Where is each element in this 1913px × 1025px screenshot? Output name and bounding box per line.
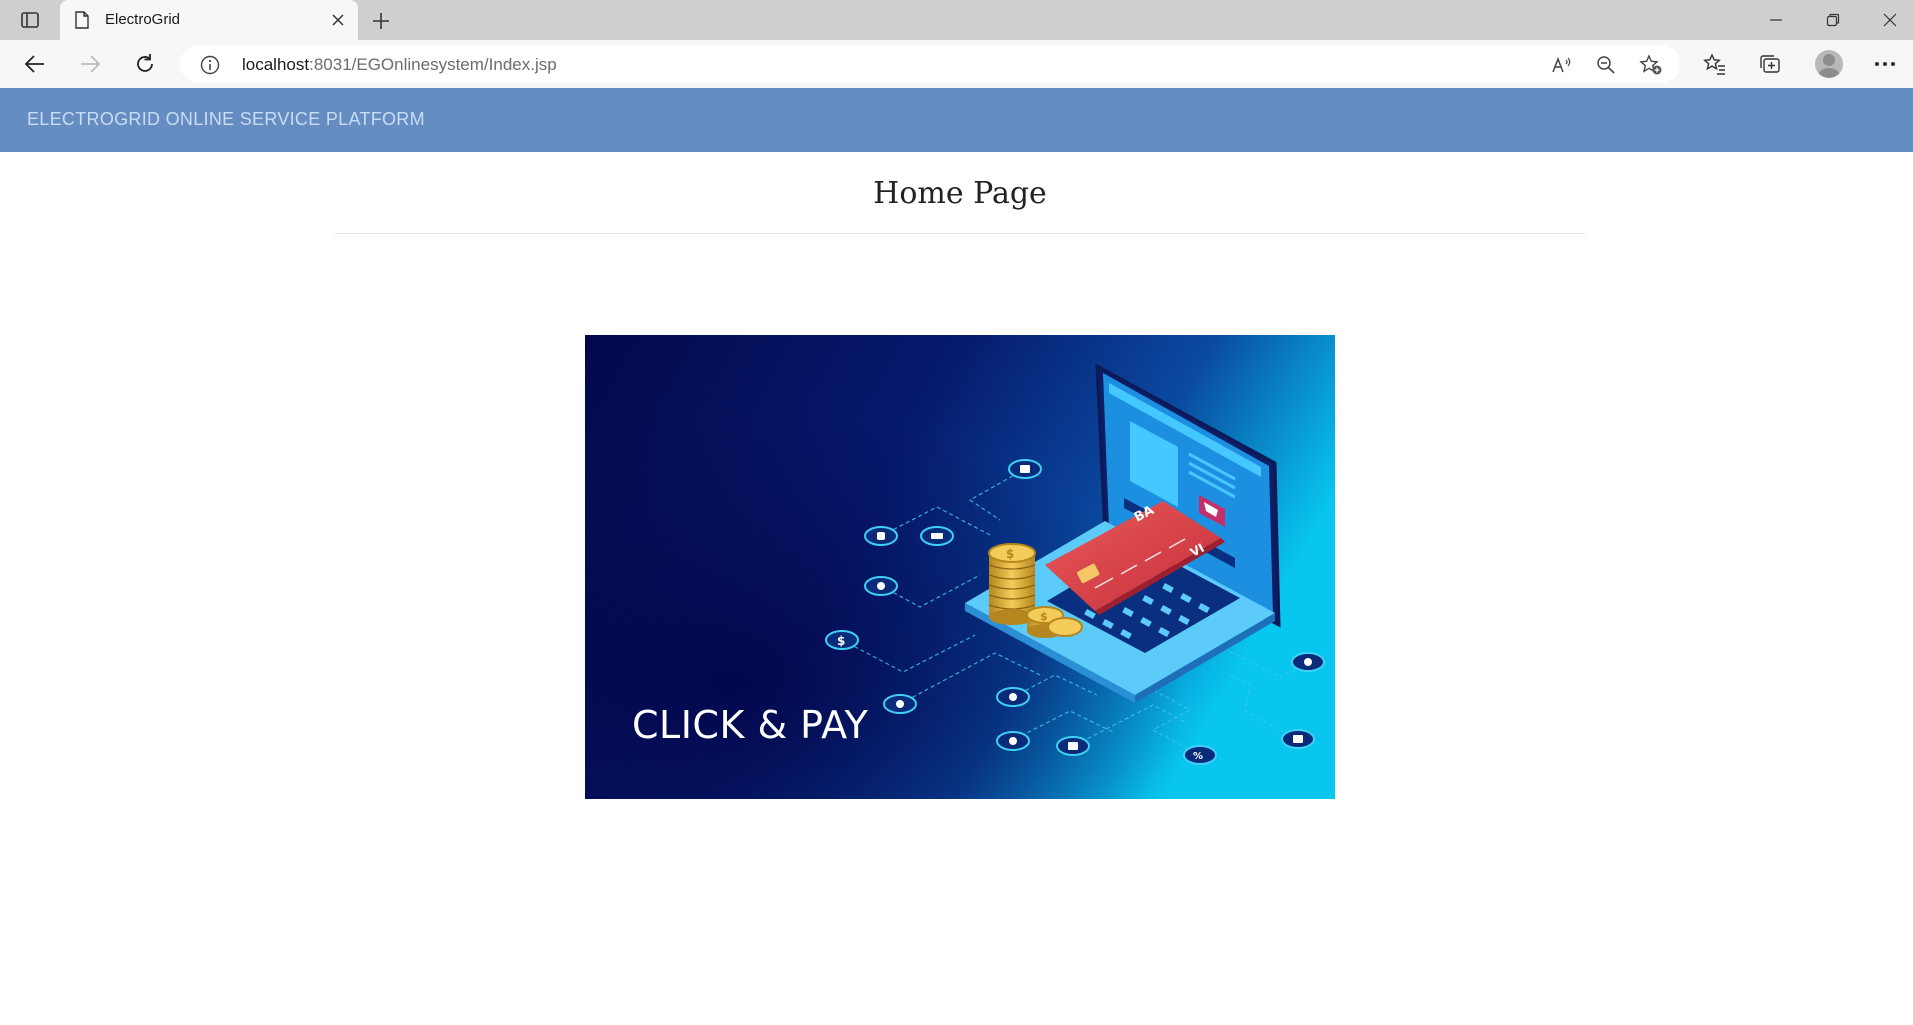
- info-icon[interactable]: [200, 55, 220, 80]
- avatar-body: [1818, 68, 1840, 78]
- more-icon[interactable]: [1869, 49, 1901, 79]
- svg-text:%: %: [1193, 751, 1203, 762]
- add-favorite-icon[interactable]: [1639, 53, 1663, 77]
- restore-icon[interactable]: [1813, 6, 1853, 34]
- page-title: Home Page: [873, 176, 1047, 211]
- browser-tab-bar: ElectroGrid: [0, 0, 1913, 40]
- svg-text:$: $: [837, 634, 845, 648]
- avatar-head: [1823, 54, 1835, 66]
- close-window-icon[interactable]: [1870, 6, 1910, 34]
- avatar[interactable]: [1815, 50, 1843, 78]
- title-divider: [335, 233, 1585, 234]
- new-tab-icon[interactable]: [368, 8, 394, 34]
- forward-arrow-icon: [73, 48, 107, 80]
- collections-icon[interactable]: [1754, 49, 1786, 79]
- zoom-out-icon[interactable]: [1594, 53, 1618, 77]
- tab-title: ElectroGrid: [105, 11, 181, 28]
- reload-icon[interactable]: [128, 48, 162, 80]
- browser-tab[interactable]: ElectroGrid: [60, 0, 358, 40]
- address-bar[interactable]: localhost:8031/EGOnlinesystem/Index.jsp: [180, 45, 1680, 83]
- svg-text:$: $: [1006, 547, 1014, 561]
- url-host: localhost: [242, 55, 310, 74]
- site-brand[interactable]: ELECTROGRID ONLINE SERVICE PLATFORM: [27, 109, 425, 130]
- minimize-icon[interactable]: [1756, 6, 1796, 34]
- banner-caption: CLICK & PAY: [632, 703, 869, 747]
- svg-text:$: $: [1040, 610, 1048, 623]
- close-tab-icon[interactable]: [328, 10, 348, 30]
- tab-actions-icon[interactable]: [12, 8, 48, 32]
- read-aloud-icon[interactable]: [1550, 53, 1574, 77]
- url-path: :8031/EGOnlinesystem/Index.jsp: [309, 55, 557, 74]
- click-pay-banner: $ % BA VI $ $ CLICK & PAY: [585, 335, 1335, 799]
- url-text: localhost:8031/EGOnlinesystem/Index.jsp: [242, 55, 557, 75]
- favorites-icon[interactable]: [1699, 49, 1731, 79]
- page-icon: [74, 11, 90, 34]
- back-arrow-icon[interactable]: [18, 48, 52, 80]
- site-header: ELECTROGRID ONLINE SERVICE PLATFORM: [0, 88, 1913, 152]
- browser-toolbar: localhost:8031/EGOnlinesystem/Index.jsp: [0, 40, 1913, 89]
